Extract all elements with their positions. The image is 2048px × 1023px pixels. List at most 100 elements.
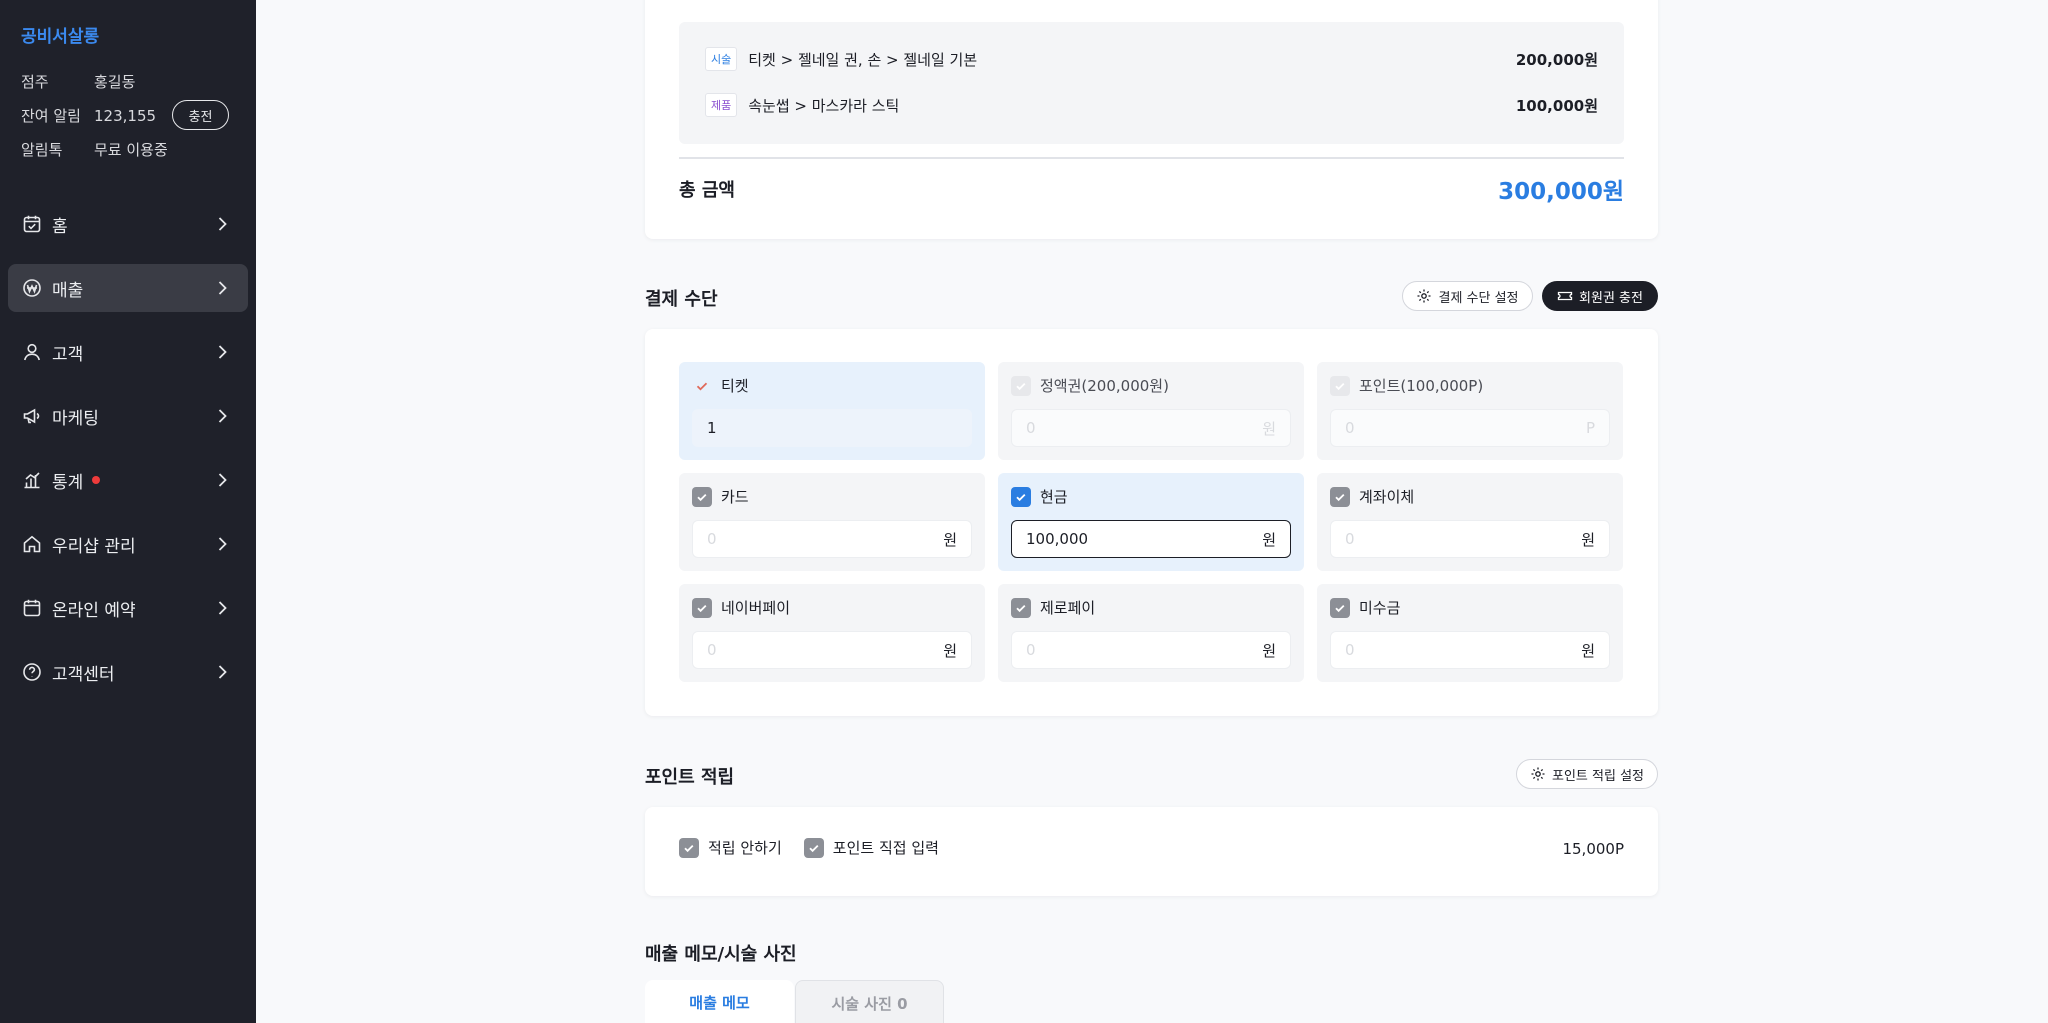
method-label: 카드 [721, 488, 749, 506]
method-header: 카드 [692, 486, 749, 507]
megaphone-icon [22, 406, 42, 426]
checkbox-disabled-icon [1330, 375, 1350, 396]
payment-method-prepaid[interactable]: 정액권(200,000원) 0 원 [998, 362, 1304, 460]
method-label: 제로페이 [1040, 599, 1096, 617]
calendar-check-icon [22, 214, 42, 234]
gear-icon [1531, 767, 1545, 781]
payment-settings-button[interactable]: 결제 수단 설정 [1402, 281, 1533, 311]
input-placeholder: 0 [1345, 530, 1355, 548]
payment-section-title: 결제 수단 [645, 289, 718, 310]
kakao-row: 알림톡 무료 이용중 [21, 139, 168, 160]
membership-recharge-button[interactable]: 회원권 충전 [1542, 281, 1658, 311]
owner-value: 홍길동 [94, 73, 136, 91]
won-circle-icon [22, 278, 42, 298]
checkbox-icon[interactable] [803, 837, 824, 858]
payment-method-zeropay[interactable]: 제로페이 0 원 [998, 584, 1304, 682]
nav-item-shop-management[interactable]: 우리샵 관리 [8, 520, 248, 568]
alerts-value: 123,155 [94, 106, 157, 125]
total-value: 300,000원 [1498, 179, 1624, 205]
method-label: 포인트(100,000P) [1359, 377, 1484, 395]
item-name: 티켓 > 젤네일 권, 손 > 젤네일 기본 [748, 50, 978, 69]
chevron-right-icon [218, 345, 227, 359]
unit-label: 원 [1262, 641, 1276, 660]
checkbox-icon[interactable] [692, 597, 712, 618]
nav-item-stats[interactable]: 통계 [8, 456, 248, 504]
points-value: 15,000P [1562, 840, 1624, 858]
points-settings-button[interactable]: 포인트 적립 설정 [1516, 759, 1658, 789]
nav-label: 홈 [52, 216, 68, 237]
total-label: 총 금액 [679, 180, 735, 201]
manual-points-option[interactable]: 포인트 직접 입력 [803, 837, 939, 858]
points-section-title: 포인트 적립 [645, 767, 735, 788]
notification-dot [92, 476, 101, 484]
payment-method-points[interactable]: 포인트(100,000P) 0 P [1317, 362, 1623, 460]
chevron-right-icon [218, 217, 227, 231]
checkbox-icon[interactable] [1330, 597, 1350, 618]
kakao-label: 알림톡 [21, 141, 63, 159]
nav-item-sales[interactable]: 매출 [8, 264, 248, 312]
points-amount-input: 0 P [1330, 409, 1610, 447]
nav-item-home[interactable]: 홈 [8, 200, 248, 248]
nav-item-marketing[interactable]: 마케팅 [8, 392, 248, 440]
chevron-right-icon [218, 537, 227, 551]
naverpay-amount-input[interactable]: 0 원 [692, 631, 972, 669]
nav-label: 매출 [52, 280, 84, 301]
unit-label: 원 [1581, 530, 1595, 549]
payment-method-ticket[interactable]: 티켓 1 [679, 362, 985, 460]
payment-method-cash[interactable]: 현금 100,000 원 [998, 473, 1304, 571]
payment-method-card[interactable]: 카드 0 원 [679, 473, 985, 571]
memo-tabs: 매출 메모 시술 사진 0 [645, 980, 944, 1023]
payment-method-unpaid[interactable]: 미수금 0 원 [1317, 584, 1623, 682]
method-header: 미수금 [1330, 597, 1400, 618]
chevron-right-icon [218, 665, 227, 679]
unit-label: 원 [943, 530, 957, 549]
method-header: 포인트(100,000P) [1330, 375, 1483, 396]
method-label: 네이버페이 [721, 599, 791, 617]
sidebar: 공비서살롱 점주 홍길동 잔여 알림 123,155 충전 알림톡 무료 이용중… [0, 0, 256, 1023]
no-accrue-option[interactable]: 적립 안하기 [679, 837, 782, 858]
transfer-amount-input[interactable]: 0 원 [1330, 520, 1610, 558]
owner-row: 점주 홍길동 [21, 71, 135, 92]
checkbox-icon[interactable] [1330, 486, 1350, 507]
ticket-count-input[interactable]: 1 [692, 409, 972, 447]
method-label: 정액권(200,000원) [1040, 377, 1169, 395]
cash-amount-input[interactable]: 100,000 원 [1011, 520, 1291, 558]
chevron-right-icon [218, 281, 227, 295]
calendar-icon [22, 598, 42, 618]
item-name: 속눈썹 > 마스카라 스틱 [748, 96, 900, 115]
method-header: 정액권(200,000원) [1011, 375, 1169, 396]
input-placeholder: 0 [707, 641, 717, 659]
nav-item-online-booking[interactable]: 온라인 예약 [8, 584, 248, 632]
item-price: 100,000원 [1515, 96, 1598, 115]
card-amount-input[interactable]: 0 원 [692, 520, 972, 558]
brand-name[interactable]: 공비서살롱 [21, 22, 99, 47]
checkbox-icon[interactable] [692, 486, 712, 507]
checkbox-icon[interactable] [1011, 597, 1031, 618]
gear-icon [1417, 289, 1431, 303]
recharge-button[interactable]: 충전 [172, 100, 229, 130]
option-label: 적립 안하기 [708, 839, 782, 857]
method-header: 네이버페이 [692, 597, 790, 618]
button-label: 결제 수단 설정 [1438, 290, 1519, 306]
nav-item-support[interactable]: 고객센터 [8, 648, 248, 696]
input-placeholder: 0 [1026, 641, 1036, 659]
nav-label: 고객 [52, 344, 84, 365]
checkbox-checked-icon[interactable] [1011, 486, 1031, 507]
button-label: 회원권 충전 [1579, 290, 1643, 306]
alerts-row: 잔여 알림 123,155 [21, 105, 156, 126]
zeropay-amount-input[interactable]: 0 원 [1011, 631, 1291, 669]
check-icon[interactable] [692, 376, 712, 396]
tab-procedure-photos[interactable]: 시술 사진 0 [795, 980, 944, 1023]
nav-item-customers[interactable]: 고객 [8, 328, 248, 376]
payment-method-transfer[interactable]: 계좌이체 0 원 [1317, 473, 1623, 571]
input-placeholder: 0 [1345, 419, 1355, 437]
chevron-right-icon [218, 409, 227, 423]
tab-sales-memo[interactable]: 매출 메모 [645, 980, 794, 1023]
unpaid-amount-input[interactable]: 0 원 [1330, 631, 1610, 669]
checkbox-icon[interactable] [679, 837, 699, 858]
payment-method-naverpay[interactable]: 네이버페이 0 원 [679, 584, 985, 682]
line-item: 제품 속눈썹 > 마스카라 스틱 100,000원 [705, 90, 1598, 120]
kakao-value: 무료 이용중 [94, 141, 168, 159]
ticket-icon [1557, 291, 1573, 301]
method-label: 계좌이체 [1359, 488, 1415, 506]
